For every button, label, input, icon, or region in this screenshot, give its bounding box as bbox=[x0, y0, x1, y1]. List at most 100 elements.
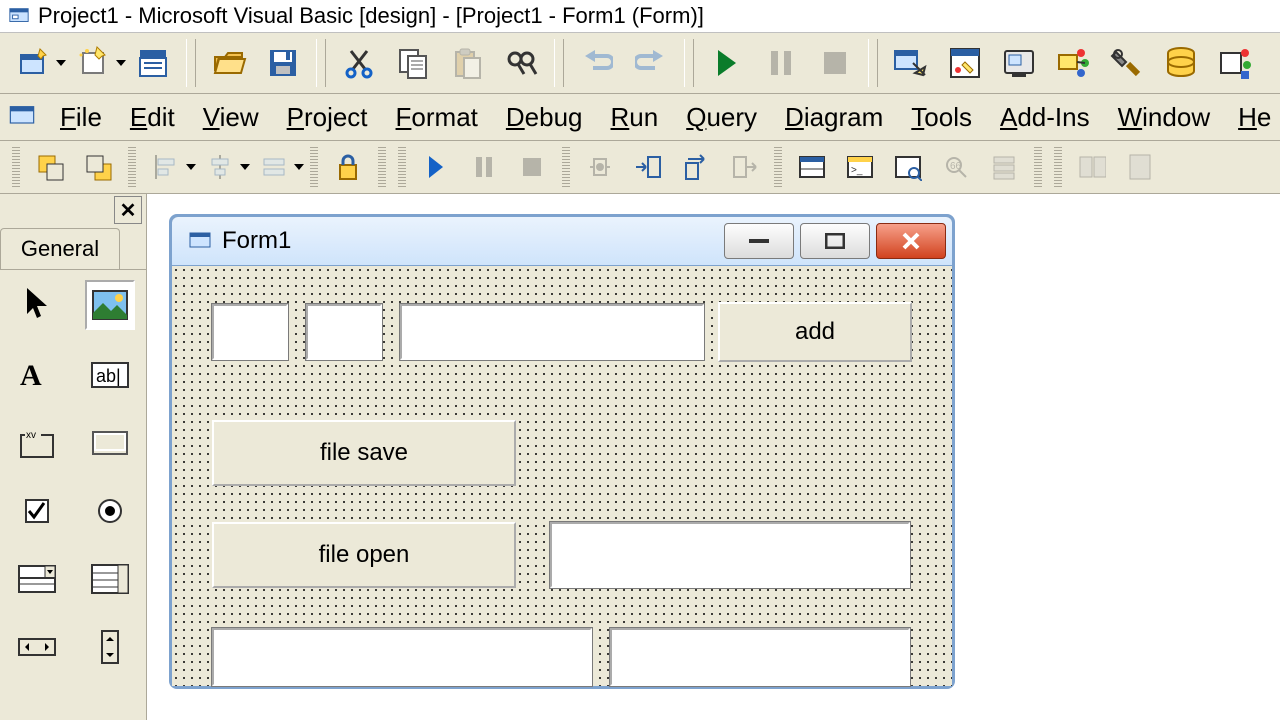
report-icon bbox=[1120, 147, 1160, 187]
call-stack-icon bbox=[984, 147, 1024, 187]
svg-text:ab|: ab| bbox=[96, 366, 121, 386]
picturebox-tool-icon[interactable] bbox=[85, 280, 135, 330]
form-maximize-button[interactable] bbox=[800, 223, 870, 259]
file-open-button[interactable]: file open bbox=[212, 522, 516, 588]
menu-window[interactable]: Window bbox=[1104, 100, 1224, 135]
end-icon bbox=[512, 147, 552, 187]
menu-view[interactable]: View bbox=[189, 100, 273, 135]
step-over-icon[interactable] bbox=[676, 147, 716, 187]
menu-tools[interactable]: Tools bbox=[897, 100, 986, 135]
watch-window-icon[interactable] bbox=[888, 147, 928, 187]
dropdown-icon[interactable] bbox=[294, 145, 304, 189]
start-icon[interactable] bbox=[416, 147, 456, 187]
properties-window-icon[interactable] bbox=[943, 41, 987, 85]
commandbutton-tool-icon[interactable] bbox=[87, 420, 133, 466]
form-editor-toolbar: >_ 66 bbox=[0, 141, 1280, 194]
hscrollbar-tool-icon[interactable] bbox=[14, 624, 60, 670]
label-tool-icon[interactable]: A bbox=[14, 352, 60, 398]
save-icon[interactable] bbox=[261, 41, 305, 85]
data-view-icon[interactable] bbox=[1159, 41, 1203, 85]
menu-project[interactable]: Project bbox=[273, 100, 382, 135]
textbox-control[interactable] bbox=[550, 522, 910, 588]
optionbutton-tool-icon[interactable] bbox=[87, 488, 133, 534]
step-into-icon[interactable] bbox=[628, 147, 668, 187]
send-to-back-icon[interactable] bbox=[78, 147, 118, 187]
dropdown-icon[interactable] bbox=[116, 41, 126, 85]
add-button-label: add bbox=[795, 318, 835, 346]
add-project-icon[interactable] bbox=[11, 41, 55, 85]
toolbar-grip[interactable] bbox=[1034, 147, 1042, 187]
file-open-label: file open bbox=[319, 541, 410, 569]
combobox-tool-icon[interactable] bbox=[14, 556, 60, 602]
open-icon[interactable] bbox=[207, 41, 251, 85]
toolbox-icon[interactable] bbox=[1105, 41, 1149, 85]
separator bbox=[316, 39, 326, 87]
listbox-tool-icon[interactable] bbox=[87, 556, 133, 602]
dropdown-icon[interactable] bbox=[240, 145, 250, 189]
textbox-control[interactable] bbox=[610, 628, 910, 686]
menu-edit[interactable]: Edit bbox=[116, 100, 189, 135]
find-icon[interactable] bbox=[499, 41, 543, 85]
make-same-width-icon bbox=[254, 147, 294, 187]
quick-watch-icon: 66 bbox=[936, 147, 976, 187]
lock-controls-icon[interactable] bbox=[328, 147, 368, 187]
locals-window-icon[interactable] bbox=[792, 147, 832, 187]
textbox-control[interactable] bbox=[212, 628, 592, 686]
menu-addins[interactable]: Add-Ins bbox=[986, 100, 1104, 135]
menu-format[interactable]: Format bbox=[382, 100, 492, 135]
menu-query[interactable]: Query bbox=[672, 100, 771, 135]
svg-text:66: 66 bbox=[950, 161, 962, 172]
menu-diagram[interactable]: Diagram bbox=[771, 100, 897, 135]
menu-file[interactable]: File bbox=[46, 100, 116, 135]
add-button[interactable]: add bbox=[718, 302, 912, 362]
toolbar-grip[interactable] bbox=[12, 147, 20, 187]
design-form-window[interactable]: Form1 add file save file open bbox=[169, 214, 955, 689]
toolbar-grip[interactable] bbox=[562, 147, 570, 187]
checkbox-tool-icon[interactable] bbox=[14, 488, 60, 534]
pointer-tool-icon[interactable] bbox=[14, 280, 60, 326]
toolbox-close-button[interactable]: ✕ bbox=[114, 196, 142, 224]
form-icon bbox=[188, 229, 212, 253]
form-minimize-button[interactable] bbox=[724, 223, 794, 259]
menu-run[interactable]: Run bbox=[597, 100, 673, 135]
frame-tool-icon[interactable]: xv bbox=[14, 420, 60, 466]
project-explorer-icon[interactable] bbox=[889, 41, 933, 85]
copy-icon[interactable] bbox=[391, 41, 435, 85]
dropdown-icon[interactable] bbox=[56, 41, 66, 85]
form-client-area[interactable]: add file save file open bbox=[172, 266, 952, 686]
menu-help[interactable]: He bbox=[1224, 100, 1280, 135]
textbox-tool-icon[interactable]: ab| bbox=[87, 352, 133, 398]
form-close-button[interactable] bbox=[876, 223, 946, 259]
toolbar-grip[interactable] bbox=[774, 147, 782, 187]
textbox-control[interactable] bbox=[306, 304, 382, 360]
toolbox-tab-general[interactable]: General bbox=[0, 228, 120, 269]
start-icon[interactable] bbox=[705, 41, 749, 85]
mdi-child-icon[interactable] bbox=[8, 102, 36, 132]
menu-editor-icon[interactable] bbox=[131, 41, 175, 85]
toolbar-grip[interactable] bbox=[378, 147, 386, 187]
cut-icon[interactable] bbox=[337, 41, 381, 85]
menu-debug[interactable]: Debug bbox=[492, 100, 597, 135]
bring-to-front-icon[interactable] bbox=[30, 147, 70, 187]
toolbar-grip[interactable] bbox=[128, 147, 136, 187]
form-titlebar[interactable]: Form1 bbox=[172, 217, 952, 266]
form-designer-surface[interactable]: Form1 add file save file open bbox=[147, 194, 1280, 720]
toolbar-grip[interactable] bbox=[398, 147, 406, 187]
component-manager-icon[interactable] bbox=[1213, 41, 1257, 85]
textbox-control[interactable] bbox=[400, 304, 704, 360]
immediate-window-icon[interactable]: >_ bbox=[840, 147, 880, 187]
break-icon bbox=[464, 147, 504, 187]
object-browser-icon[interactable] bbox=[1051, 41, 1095, 85]
end-icon bbox=[813, 41, 857, 85]
textbox-control[interactable] bbox=[212, 304, 288, 360]
file-save-button[interactable]: file save bbox=[212, 420, 516, 486]
dropdown-icon[interactable] bbox=[186, 145, 196, 189]
vscrollbar-tool-icon[interactable] bbox=[87, 624, 133, 670]
align-left-icon bbox=[146, 147, 186, 187]
toolbar-grip[interactable] bbox=[310, 147, 318, 187]
app-icon bbox=[8, 5, 30, 27]
add-form-icon[interactable] bbox=[71, 41, 115, 85]
toolbar-grip[interactable] bbox=[1054, 147, 1062, 187]
data-environment-icon bbox=[1072, 147, 1112, 187]
form-layout-icon[interactable] bbox=[997, 41, 1041, 85]
